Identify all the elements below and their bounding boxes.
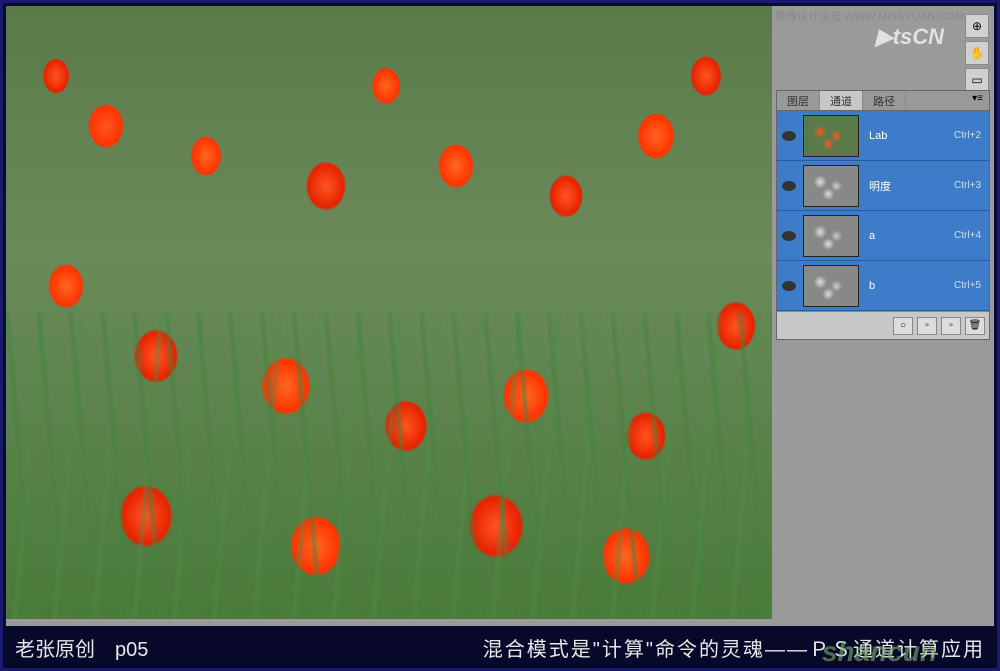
foliage-overlay	[6, 313, 776, 620]
channel-row-a[interactable]: a Ctrl+4	[777, 211, 989, 261]
photoshop-workspace: ⊕ ✋ ▭ 图层 通道 路径 ▾≡ Lab Ctrl+2	[6, 6, 994, 628]
watermark-bottom: shancun	[822, 636, 937, 668]
tab-paths[interactable]: 路径	[863, 91, 906, 110]
channel-thumbnail	[803, 165, 859, 207]
channel-thumbnail	[803, 215, 859, 257]
save-selection-button[interactable]: ▫	[917, 317, 937, 335]
channel-thumbnail	[803, 115, 859, 157]
channel-name: 明度	[863, 178, 954, 194]
channel-shortcut: Ctrl+4	[954, 230, 987, 241]
panel-footer: ○ ▫ ▫ 🗑	[777, 311, 989, 339]
tool-icon-1[interactable]: ⊕	[965, 14, 989, 38]
channel-list: Lab Ctrl+2 明度 Ctrl+3 a Ctrl+4	[777, 111, 989, 311]
delete-channel-button[interactable]: 🗑	[965, 317, 985, 335]
channel-name: Lab	[863, 130, 954, 142]
right-sidebar: ⊕ ✋ ▭ 图层 通道 路径 ▾≡ Lab Ctrl+2	[772, 6, 994, 619]
watermark-logo: ▶tsCN	[876, 24, 944, 50]
channel-row-lightness[interactable]: 明度 Ctrl+3	[777, 161, 989, 211]
visibility-icon[interactable]	[782, 231, 796, 241]
channel-row-lab[interactable]: Lab Ctrl+2	[777, 111, 989, 161]
visibility-icon[interactable]	[782, 131, 796, 141]
panel-tab-bar: 图层 通道 路径 ▾≡	[777, 91, 989, 111]
channel-thumbnail	[803, 265, 859, 307]
new-channel-button[interactable]: ▫	[941, 317, 961, 335]
channel-shortcut: Ctrl+3	[954, 180, 987, 191]
caption-author: 老张原创 p05	[15, 633, 148, 662]
canvas-image[interactable]	[6, 6, 776, 619]
visibility-icon[interactable]	[782, 181, 796, 191]
tool-strip: ⊕ ✋ ▭	[962, 11, 992, 95]
channels-panel: 图层 通道 路径 ▾≡ Lab Ctrl+2 明度 Ctrl+3	[776, 90, 990, 340]
tab-channels[interactable]: 通道	[820, 91, 863, 110]
channel-shortcut: Ctrl+2	[954, 130, 987, 141]
visibility-icon[interactable]	[782, 281, 796, 291]
watermark-text: 思缘设计论坛 WWW.MISSYUAN.COM	[775, 8, 964, 24]
channel-row-b[interactable]: b Ctrl+5	[777, 261, 989, 311]
hand-tool-icon[interactable]: ✋	[965, 41, 989, 65]
load-selection-button[interactable]: ○	[893, 317, 913, 335]
tab-layers[interactable]: 图层	[777, 91, 820, 110]
tool-icon-3[interactable]: ▭	[965, 68, 989, 92]
channel-shortcut: Ctrl+5	[954, 280, 987, 291]
channel-name: a	[863, 230, 954, 242]
channel-name: b	[863, 280, 954, 292]
panel-menu-icon[interactable]: ▾≡	[966, 91, 989, 110]
